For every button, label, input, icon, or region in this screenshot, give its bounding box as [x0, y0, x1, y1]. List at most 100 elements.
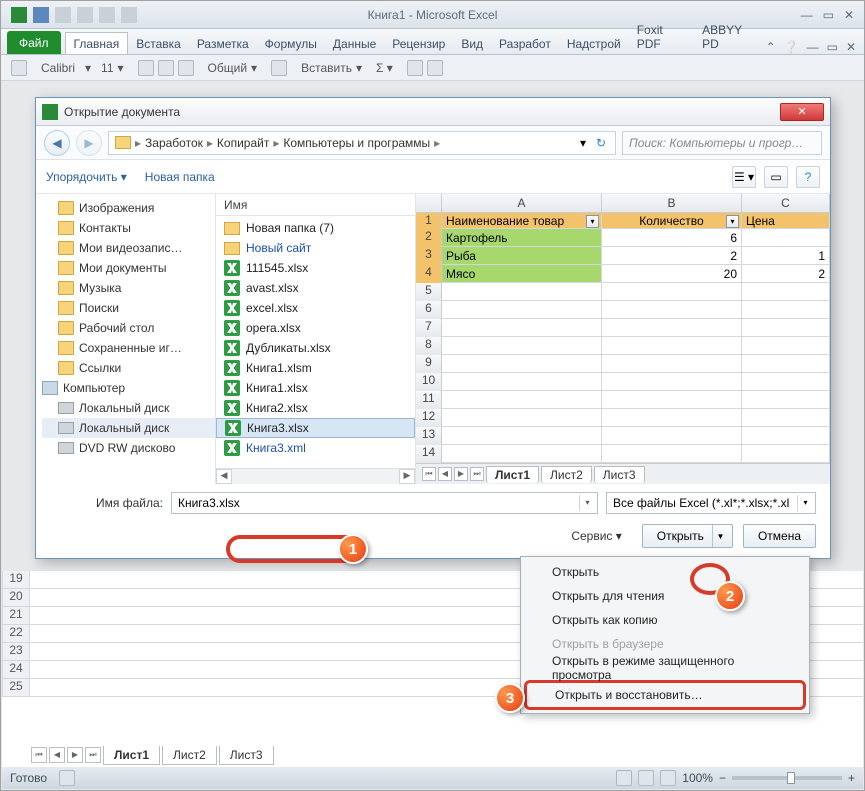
nav-forward-icon[interactable]: ▶ [76, 130, 102, 156]
file-filter[interactable]: Все файлы Excel (*.xl*;*.xlsx;*.xl▾ [606, 492, 816, 514]
macro-rec-icon[interactable] [59, 770, 75, 786]
tree-item[interactable]: Музыка [42, 278, 215, 298]
help-icon[interactable]: ❔ [784, 40, 799, 54]
qat-item-icon[interactable] [99, 7, 115, 23]
tree-item[interactable]: Локальный диск [42, 398, 215, 418]
crumb[interactable]: Компьютеры и программы [283, 136, 430, 150]
redo-icon[interactable] [77, 7, 93, 23]
file-row[interactable]: avast.xlsx [216, 278, 415, 298]
breadcrumb[interactable]: ▸ Заработок▸ Копирайт▸ Компьютеры и прог… [108, 131, 616, 155]
find-icon[interactable] [427, 60, 443, 76]
menu-item[interactable]: Открыть для чтения [524, 584, 806, 608]
align-icon[interactable] [158, 60, 174, 76]
tree-item[interactable]: Локальный диск [42, 418, 215, 438]
sheet-nav-icon[interactable]: ⏮ [422, 467, 436, 481]
new-folder-button[interactable]: Новая папка [145, 170, 215, 184]
dialog-close-button[interactable]: ✕ [780, 103, 824, 121]
file-row[interactable]: Книга3.xml [216, 438, 415, 458]
close-icon[interactable]: ✕ [844, 8, 854, 22]
tab-foxit[interactable]: Foxit PDF [629, 19, 694, 54]
view-normal-icon[interactable] [616, 770, 632, 786]
menu-item[interactable]: Открыть в режиме защищенного просмотра [524, 656, 806, 680]
zoom-out-icon[interactable]: − [719, 771, 726, 785]
help-icon[interactable]: ? [796, 166, 820, 188]
refresh-icon[interactable]: ↻ [593, 136, 609, 150]
open-split-arrow-icon[interactable]: ▼ [712, 525, 728, 547]
tree-item[interactable]: Рабочий стол [42, 318, 215, 338]
number-format[interactable]: Общий [208, 61, 248, 75]
file-row[interactable]: Новый сайт [216, 238, 415, 258]
tree-item[interactable]: Ссылки [42, 358, 215, 378]
file-row[interactable]: excel.xlsx [216, 298, 415, 318]
undo-icon[interactable] [55, 7, 71, 23]
tree-item[interactable]: DVD RW дисково [42, 438, 215, 458]
ribbon-minimize-icon[interactable]: ⌃ [766, 40, 776, 54]
sub-minimize-icon[interactable]: — [807, 40, 819, 54]
minimize-icon[interactable]: — [801, 8, 813, 22]
tools-button[interactable]: Сервис ▾ [571, 529, 621, 543]
tab-view[interactable]: Вид [453, 33, 491, 54]
sheet-nav-icon[interactable]: ⏭ [470, 467, 484, 481]
filter-dropdown-icon[interactable]: ▾ [586, 215, 599, 228]
col-header[interactable]: C [742, 194, 830, 212]
file-row[interactable]: Книга3.xlsx [216, 418, 415, 438]
font-size[interactable]: 11 [101, 61, 113, 75]
tree-item[interactable]: Компьютер [42, 378, 215, 398]
sheet-nav-icon[interactable]: ◀ [438, 467, 452, 481]
paste-icon[interactable] [11, 60, 27, 76]
file-row[interactable]: Книга1.xlsm [216, 358, 415, 378]
font-name[interactable]: Calibri [41, 61, 75, 75]
sort-icon[interactable] [407, 60, 423, 76]
qat-item-icon[interactable] [121, 7, 137, 23]
sheet-nav-icon[interactable]: ▶ [454, 467, 468, 481]
tab-formulas[interactable]: Формулы [257, 33, 325, 54]
view-pagebreak-icon[interactable] [660, 770, 676, 786]
file-row[interactable]: opera.xlsx [216, 318, 415, 338]
tree-item[interactable]: Изображения [42, 198, 215, 218]
tree-item[interactable]: Мои видеозапис… [42, 238, 215, 258]
filename-input[interactable]: Книга3.xlsx▾ [171, 492, 598, 514]
tree-item[interactable]: Поиски [42, 298, 215, 318]
sheet-nav-first-icon[interactable]: ⏮ [31, 747, 47, 763]
filter-dropdown-icon[interactable]: ▾ [726, 215, 739, 228]
zoom-in-icon[interactable]: + [848, 771, 855, 785]
view-mode-button[interactable]: ☰ ▾ [732, 166, 756, 188]
sub-restore-icon[interactable]: ▭ [827, 40, 838, 54]
search-input[interactable]: Поиск: Компьютеры и прогр… [622, 131, 822, 155]
file-row[interactable]: Книга2.xlsx [216, 398, 415, 418]
file-list-header[interactable]: Имя [216, 194, 415, 216]
cancel-button[interactable]: Отмена [743, 524, 816, 548]
tab-insert[interactable]: Вставка [128, 33, 189, 54]
tab-review[interactable]: Рецензир [384, 33, 453, 54]
sheet-tab[interactable]: Лист2 [162, 746, 217, 765]
folder-tree[interactable]: ИзображенияКонтактыМои видеозапис…Мои до… [36, 194, 216, 484]
view-layout-icon[interactable] [638, 770, 654, 786]
maximize-icon[interactable]: ▭ [823, 8, 834, 22]
tree-item[interactable]: Мои документы [42, 258, 215, 278]
menu-item[interactable]: Открыть как копию [524, 608, 806, 632]
preview-sheet-tab[interactable]: Лист2 [541, 466, 592, 483]
align-icon[interactable] [178, 60, 194, 76]
open-button[interactable]: Открыть▼ [642, 524, 733, 548]
tab-layout[interactable]: Разметка [189, 33, 257, 54]
save-icon[interactable] [33, 7, 49, 23]
sheet-nav-prev-icon[interactable]: ◀ [49, 747, 65, 763]
file-list[interactable]: Имя Новая папка (7)Новый сайт111545.xlsx… [216, 194, 416, 484]
col-header[interactable]: B [602, 194, 742, 212]
nav-back-icon[interactable]: ◀ [44, 130, 70, 156]
insert-cells[interactable]: Вставить [301, 61, 352, 75]
crumb[interactable]: Заработок [145, 136, 203, 150]
tab-developer[interactable]: Разработ [491, 33, 559, 54]
sheet-tab[interactable]: Лист1 [103, 746, 160, 765]
sub-close-icon[interactable]: ✕ [846, 40, 856, 54]
sheet-tab[interactable]: Лист3 [219, 746, 274, 765]
file-row[interactable]: Новая папка (7) [216, 218, 415, 238]
tab-file[interactable]: Файл [7, 31, 61, 54]
sheet-nav-last-icon[interactable]: ⏭ [85, 747, 101, 763]
align-icon[interactable] [138, 60, 154, 76]
preview-pane-button[interactable]: ▭ [764, 166, 788, 188]
col-header[interactable]: A [442, 194, 602, 212]
tab-abbyy[interactable]: ABBYY PD [694, 19, 765, 54]
preview-sheet-tab[interactable]: Лист1 [486, 466, 539, 483]
tree-item[interactable]: Сохраненные иг… [42, 338, 215, 358]
